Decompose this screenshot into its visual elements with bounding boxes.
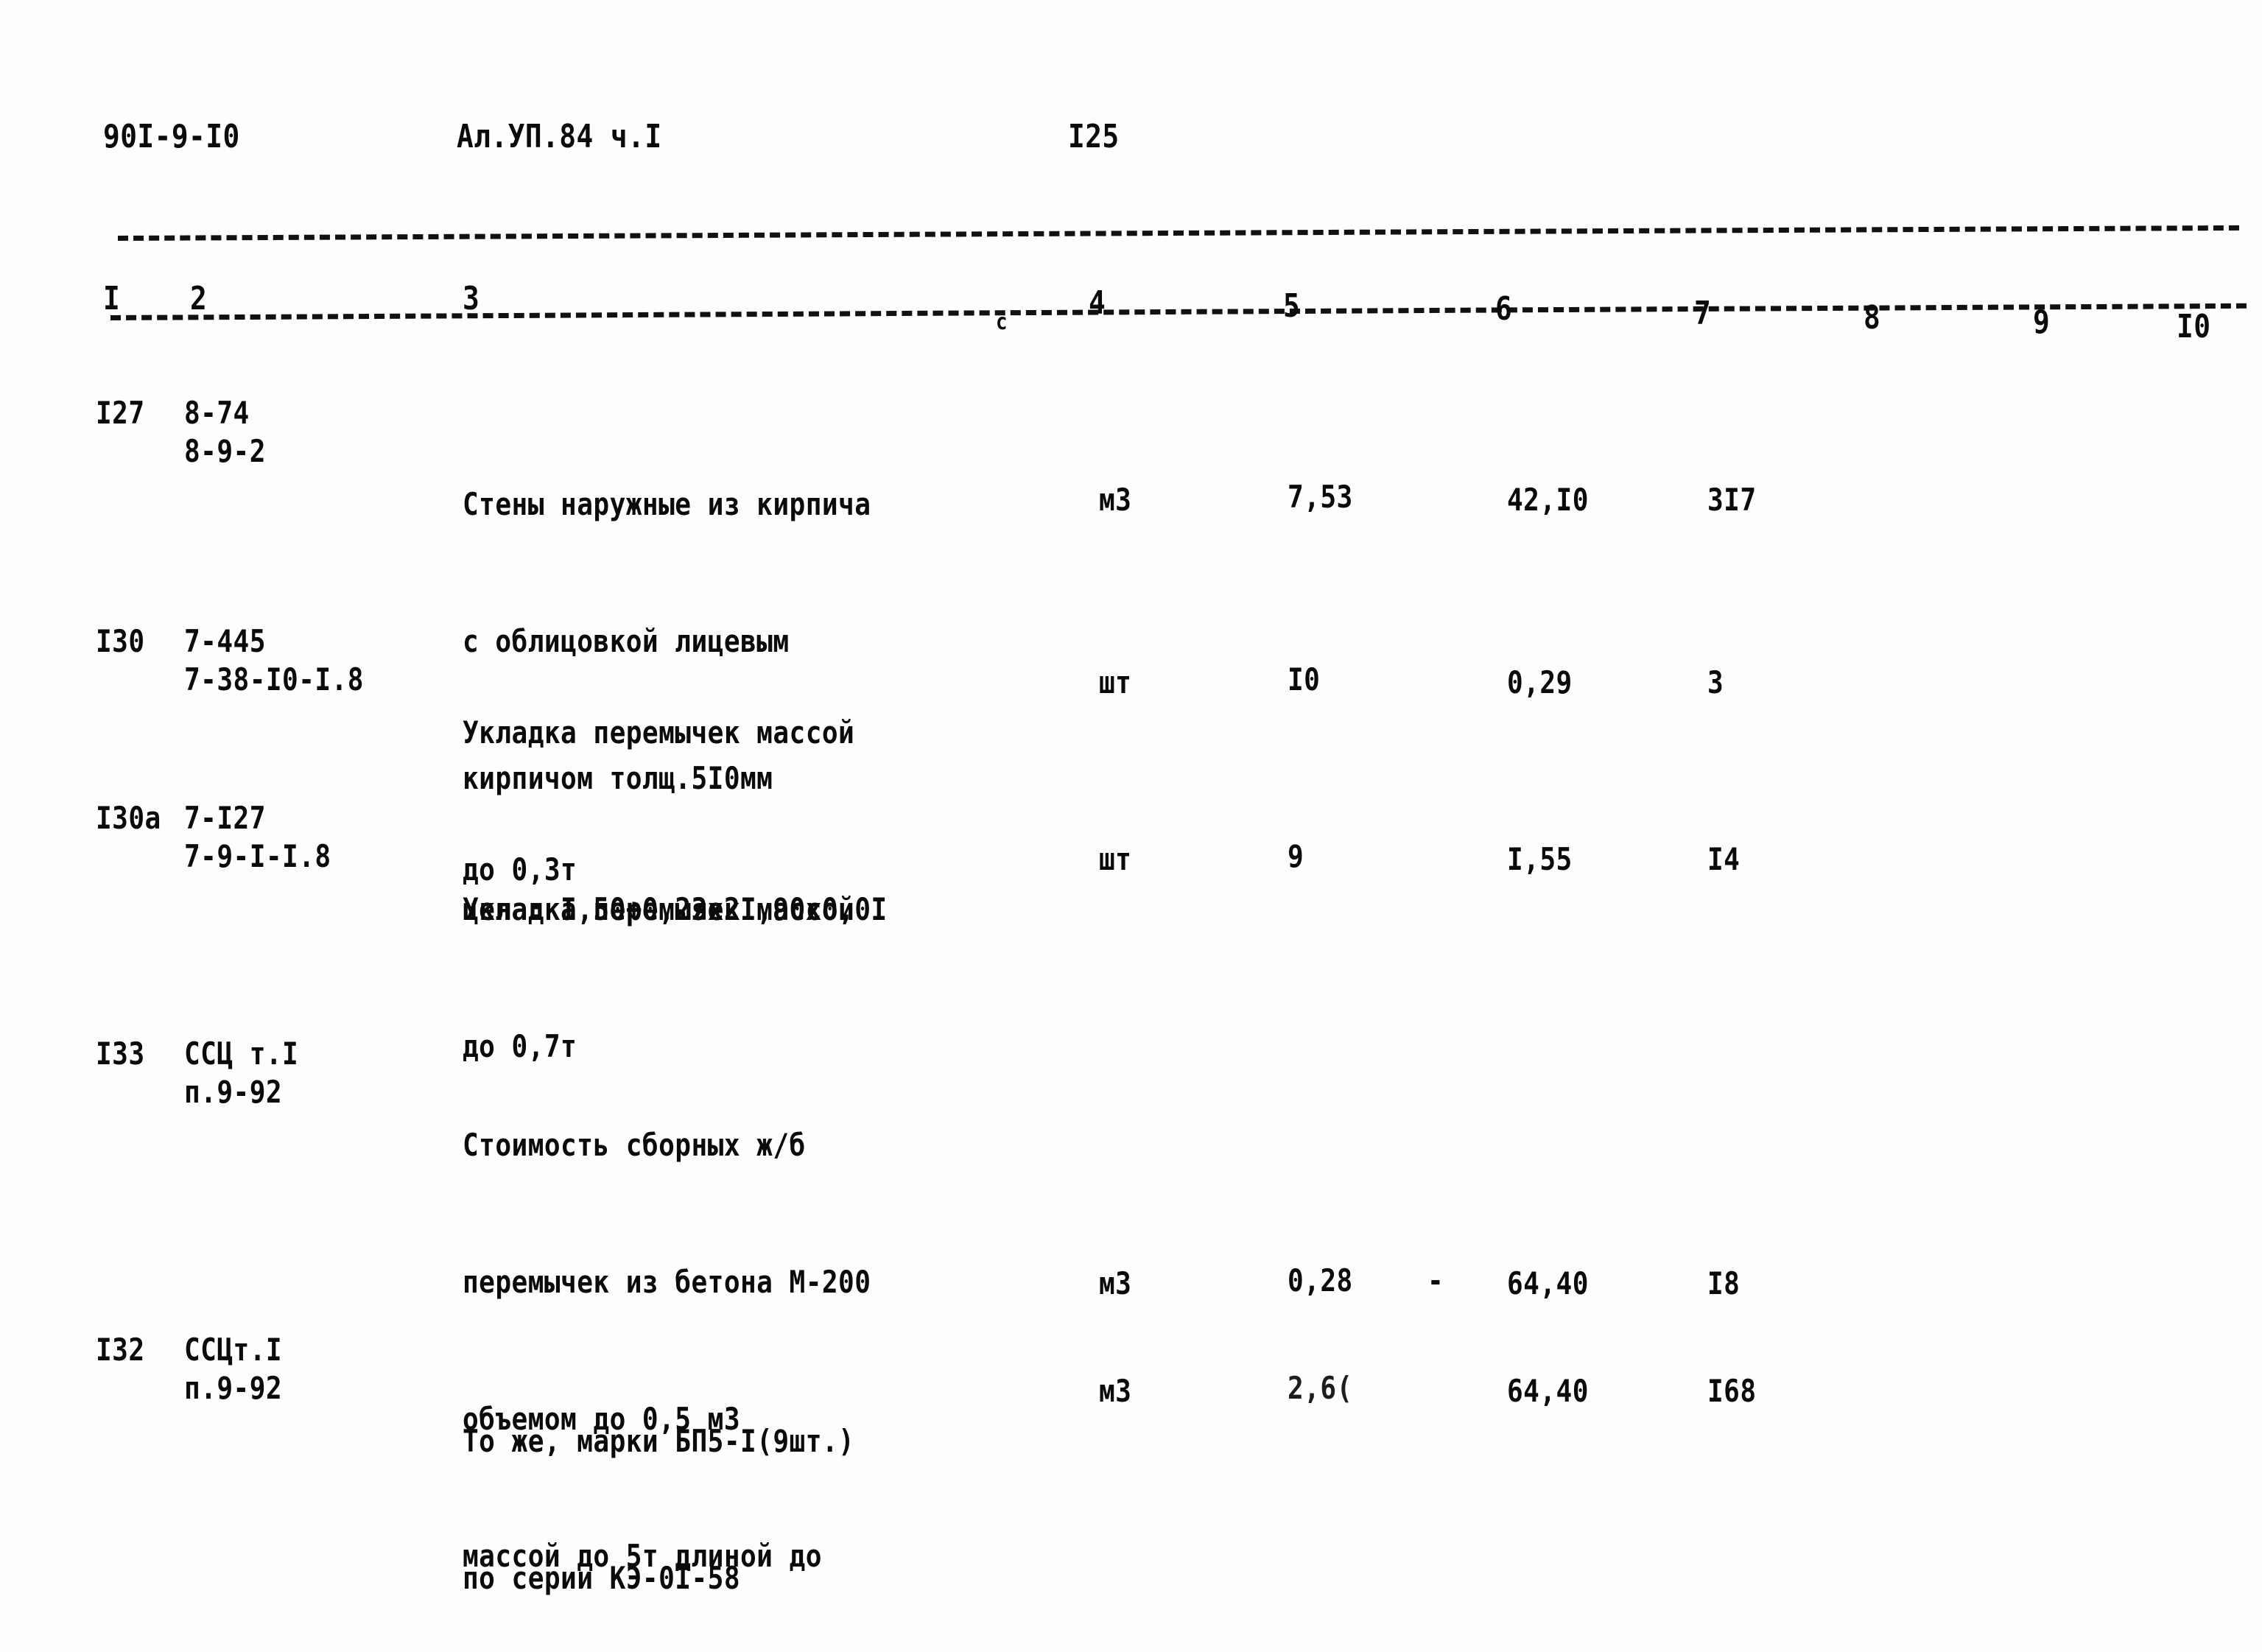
column-numbers-divider: [110, 303, 2247, 320]
row-price: 42,I0: [1507, 482, 1589, 518]
column-number-9: 9: [2033, 303, 2051, 341]
row-total: I68: [1707, 1373, 1757, 1409]
row-quantity: 9: [1288, 838, 1304, 874]
row-position: I33: [96, 1036, 145, 1072]
row-quantity: I0: [1288, 661, 1321, 697]
table-top-divider: [117, 225, 2239, 241]
row-code-line-2: 7-38-I0-I.8: [184, 661, 364, 697]
column-number-2: 2: [190, 280, 208, 317]
description-line: Стоимость сборных ж/б: [463, 1127, 806, 1163]
row-position: I30а: [96, 800, 161, 836]
description-line: перемычек из бетона М-200: [463, 1264, 871, 1300]
row-price: 64,40: [1507, 1373, 1589, 1409]
row-unit: м3: [1099, 1265, 1132, 1301]
row-position: I30: [96, 623, 145, 659]
row-quantity: 0,28: [1288, 1262, 1353, 1298]
row-price-note: цена: I,50+0,23х2I,90х0,0I: [463, 891, 888, 927]
row-total: I4: [1707, 841, 1741, 877]
row-code-line-2: п.9-92: [184, 1074, 283, 1110]
album-reference: Ал.УП.84 ч.I: [457, 118, 662, 155]
description-line: по серии КЭ-0I-58: [463, 1560, 741, 1596]
row-code-line-2: 8-9-2: [184, 433, 266, 469]
row-unit: м3: [1099, 1373, 1132, 1409]
column-number-10: I0: [2177, 308, 2211, 345]
column-number-1: I: [103, 280, 121, 317]
row-description: То же, марки БП5-I(9шт.) по серии КЭ-0I-…: [463, 1327, 854, 1652]
document-code: 90I-9-I0: [103, 118, 240, 155]
row-total: 3I7: [1707, 482, 1757, 518]
column-number-8: 8: [1864, 299, 1881, 337]
row-quantity: 7,53: [1288, 479, 1353, 515]
row-total: I8: [1707, 1265, 1741, 1301]
column-number-4: 4: [1089, 284, 1106, 322]
row-unit: м3: [1099, 482, 1132, 518]
description-line: Укладка перемычек массой: [463, 714, 855, 751]
column-number-3: 3: [463, 280, 480, 317]
column-number-7: 7: [1694, 295, 1712, 332]
row-code-line-2: 7-9-I-I.8: [184, 838, 331, 874]
row-unit: шт: [1099, 841, 1132, 877]
row-total: 3: [1707, 664, 1724, 700]
row-position: I32: [96, 1332, 145, 1368]
column-number-6: 6: [1495, 290, 1513, 328]
description-line: Стены наружные из кирпича: [463, 486, 871, 522]
row-price: 64,40: [1507, 1265, 1589, 1301]
row-dash-value: -: [1427, 1262, 1444, 1298]
row-quantity: 2,6(: [1288, 1370, 1353, 1406]
row-code-line-2: п.9-92: [184, 1370, 283, 1406]
document-page: 90I-9-I0 Ал.УП.84 ч.I I25 I 2 3 c 4 5 6 …: [0, 0, 2262, 1652]
description-line: То же, марки БП5-I(9шт.): [463, 1423, 855, 1459]
table-row: I30а 7-I27 7-9-I-I.8 Укладка перемыяек м…: [0, 795, 2262, 1064]
row-price: I,55: [1507, 841, 1573, 877]
column-number-5: 5: [1283, 287, 1301, 325]
column-number-3-subscript: c: [996, 309, 1008, 335]
row-unit: шт: [1099, 664, 1132, 700]
page-number: I25: [1068, 118, 1120, 155]
row-position: I27: [96, 395, 145, 431]
row-price: 0,29: [1507, 664, 1573, 700]
